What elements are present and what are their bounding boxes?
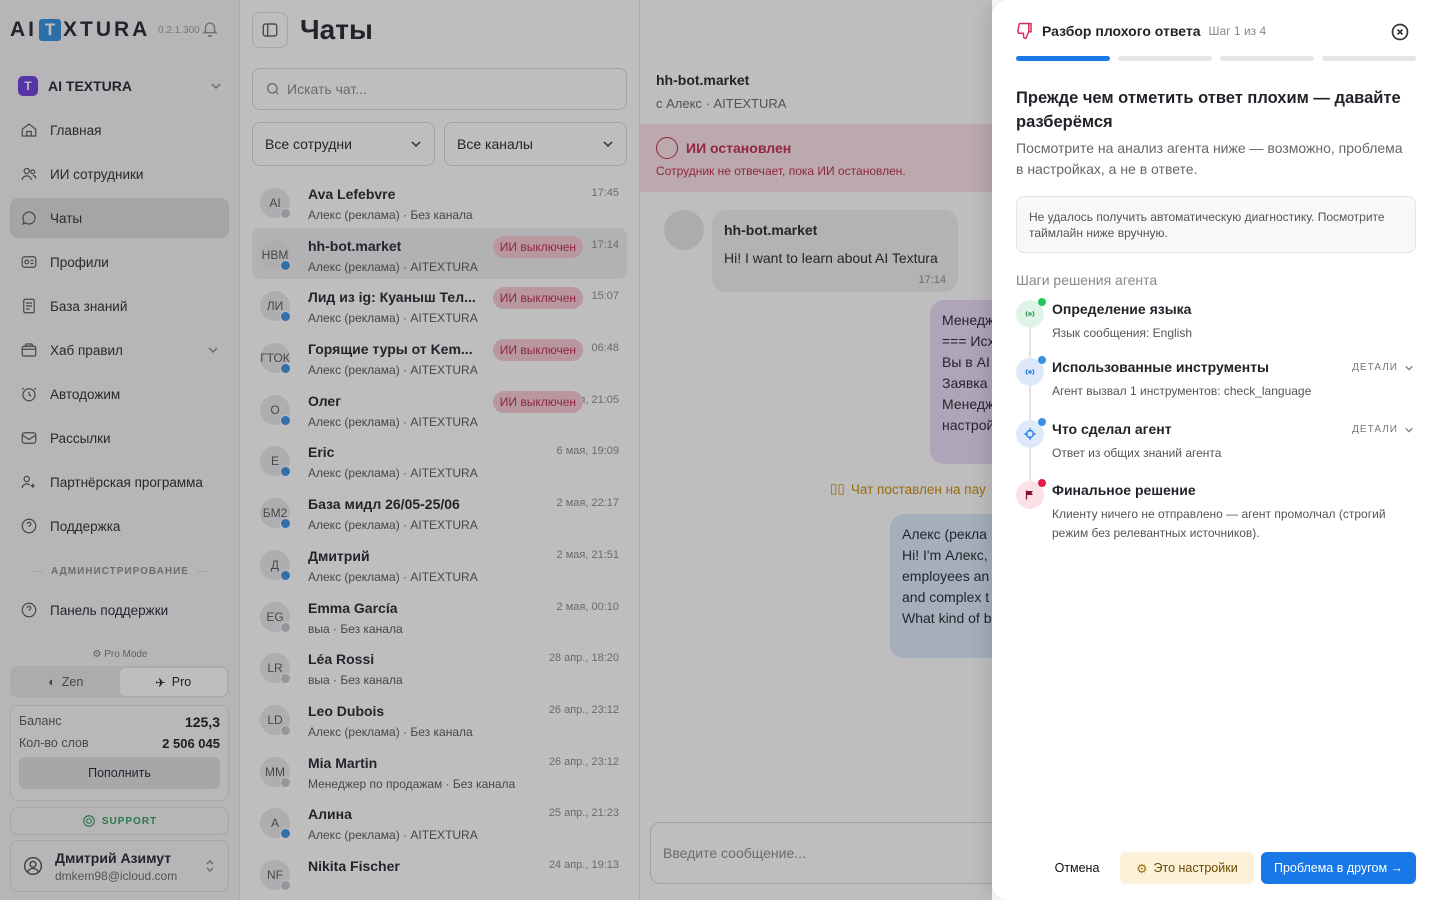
gear-icon: ⚙ bbox=[1136, 861, 1148, 876]
panel-heading: Прежде чем отметить ответ плохим — давай… bbox=[1016, 89, 1401, 131]
steps-section-title: Шаги решения агента bbox=[1016, 272, 1158, 288]
panel-title: Разбор плохого ответа bbox=[1042, 23, 1201, 39]
progress-segment bbox=[1322, 56, 1416, 61]
progress-segment bbox=[1016, 56, 1110, 61]
other-problem-button[interactable]: Проблема в другом → bbox=[1261, 852, 1416, 884]
status-dot bbox=[1038, 479, 1046, 487]
progress-steps bbox=[1016, 56, 1416, 61]
timeline-line bbox=[1029, 322, 1031, 502]
panel-actions: Отмена ⚙ Это настройки Проблема в другом … bbox=[992, 852, 1440, 884]
step-desc: Агент вызвал 1 инструментов: check_langu… bbox=[1052, 384, 1312, 398]
chevron-down-icon bbox=[1405, 365, 1413, 371]
panel-description: Посмотрите на анализ агента ниже — возмо… bbox=[1016, 140, 1403, 177]
step-desc: Ответ из общих знаний агента bbox=[1052, 446, 1222, 460]
step-desc: Язык сообщения: English bbox=[1052, 326, 1192, 340]
settings-issue-button[interactable]: ⚙ Это настройки bbox=[1120, 852, 1254, 884]
modal-backdrop[interactable] bbox=[0, 0, 992, 900]
close-icon[interactable] bbox=[1390, 22, 1410, 42]
cancel-button[interactable]: Отмена bbox=[1042, 852, 1112, 884]
status-dot bbox=[1038, 418, 1046, 426]
progress-segment bbox=[1220, 56, 1314, 61]
step-details-toggle[interactable]: ДЕТАЛИ bbox=[1352, 362, 1414, 373]
step-title: Финальное решение bbox=[1052, 482, 1196, 498]
step-title: Определение языка bbox=[1052, 301, 1192, 317]
status-dot bbox=[1038, 356, 1046, 364]
step-details-toggle[interactable]: ДЕТАЛИ bbox=[1352, 424, 1414, 435]
progress-segment bbox=[1118, 56, 1212, 61]
status-dot bbox=[1038, 298, 1046, 306]
chevron-down-icon bbox=[1405, 427, 1413, 433]
diagnostic-warning: Не удалось получить автоматическую диагн… bbox=[1016, 196, 1416, 253]
step-title: Использованные инструменты bbox=[1052, 359, 1270, 375]
thumbs-down-icon bbox=[1017, 22, 1032, 40]
panel-step-indicator: Шаг 1 из 4 bbox=[1208, 24, 1267, 38]
step-desc: Клиенту ничего не отправлено — агент про… bbox=[1052, 507, 1386, 540]
bad-answer-review-panel: Разбор плохого ответа Шаг 1 из 4 Прежде … bbox=[992, 0, 1440, 900]
step-title: Что сделал агент bbox=[1052, 421, 1172, 437]
